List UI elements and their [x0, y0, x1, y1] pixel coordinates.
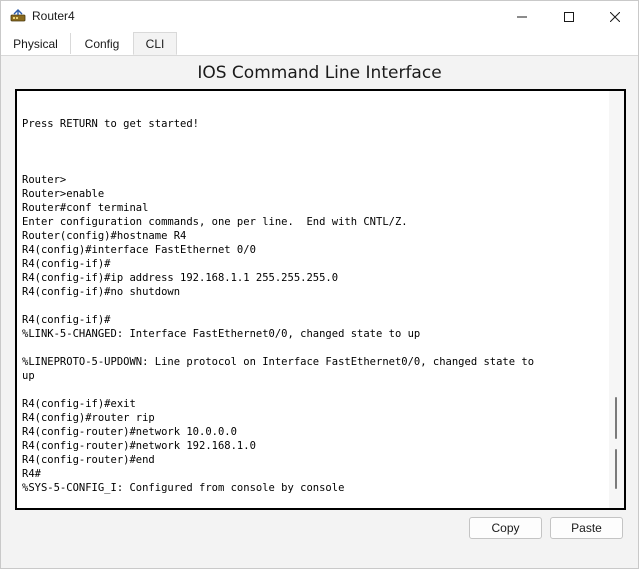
- console-scrollbar[interactable]: [609, 91, 624, 508]
- scrollbar-thumb[interactable]: [615, 397, 617, 439]
- tab-physical[interactable]: Physical: [1, 33, 71, 54]
- window-title: Router4: [32, 9, 75, 23]
- console-output[interactable]: Press RETURN to get started! Router> Rou…: [22, 117, 602, 495]
- maximize-button[interactable]: [546, 1, 592, 33]
- paste-button[interactable]: Paste: [550, 517, 623, 539]
- title-bar[interactable]: Router4: [1, 1, 638, 33]
- maximize-icon: [564, 12, 574, 22]
- close-icon: [610, 12, 620, 22]
- cli-console[interactable]: Press RETURN to get started! Router> Rou…: [15, 89, 626, 510]
- minimize-button[interactable]: [499, 1, 545, 33]
- copy-button[interactable]: Copy: [469, 517, 542, 539]
- tab-cli[interactable]: CLI: [133, 32, 177, 55]
- router4-window: Router4 Physical Config CLI IOS Command …: [0, 0, 639, 569]
- scrollbar-thumb-lower[interactable]: [615, 449, 617, 489]
- tab-bar: Physical Config CLI: [1, 32, 638, 56]
- close-button[interactable]: [592, 1, 638, 33]
- minimize-icon: [517, 16, 527, 18]
- page-title: IOS Command Line Interface: [197, 63, 442, 83]
- tab-config[interactable]: Config: [71, 33, 134, 54]
- router-icon: [10, 8, 26, 24]
